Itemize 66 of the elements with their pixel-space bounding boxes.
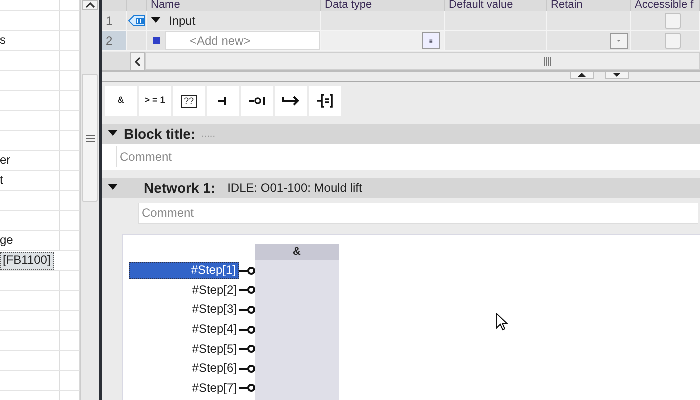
table-cell[interactable] <box>631 31 700 51</box>
header-cell <box>102 0 127 11</box>
network-title: Network 1: <box>144 178 216 198</box>
table-cell[interactable] <box>321 11 445 31</box>
tree-item[interactable]: ge <box>0 231 14 247</box>
instruction-button[interactable]: & <box>105 86 137 116</box>
contact-icon <box>218 96 228 106</box>
operand-label[interactable]: #Step[3] <box>129 302 239 318</box>
grip-icon <box>544 56 552 66</box>
scroll-left-button[interactable] <box>130 52 145 71</box>
checkbox[interactable] <box>665 32 681 48</box>
block-title-value: ..... <box>202 128 216 142</box>
grip-icon <box>86 134 94 142</box>
table-cell[interactable] <box>547 31 631 51</box>
column-header[interactable]: Default value <box>445 0 547 11</box>
tree-item[interactable]: [FB1100] <box>0 252 54 270</box>
instruction-button[interactable] <box>275 86 307 116</box>
operand-label[interactable]: #Step[2] <box>129 282 239 298</box>
column-header[interactable]: Retain <box>547 0 631 11</box>
operand-label[interactable]: #Step[5] <box>129 342 239 357</box>
operand-label[interactable]: #Step[6] <box>129 361 239 376</box>
network-description: IDLE: O01-100: Mould lift <box>228 180 362 197</box>
tree-item[interactable]: s <box>0 31 6 47</box>
column-header[interactable]: Data type <box>321 0 445 11</box>
instruction-button[interactable] <box>309 86 341 116</box>
instruction-button[interactable]: > = 1 <box>139 86 171 116</box>
operand-label[interactable]: #Step[4] <box>129 322 239 338</box>
name-field[interactable]: <Add new> <box>165 31 320 50</box>
operand-label[interactable]: #Step[1] <box>129 262 239 280</box>
table-cell[interactable]: Input <box>147 11 321 31</box>
table-cell[interactable] <box>321 31 445 51</box>
assignment-arrow-icon <box>282 95 300 107</box>
horizontal-scrollbar[interactable] <box>145 52 700 70</box>
instruction-button[interactable] <box>207 86 239 116</box>
table-cell[interactable] <box>445 11 547 31</box>
scrollbar-thumb[interactable] <box>82 74 98 202</box>
column-header[interactable]: Name <box>147 0 321 11</box>
browse-list-button[interactable] <box>422 32 440 49</box>
row-number[interactable]: 2 <box>102 31 127 51</box>
operand-label[interactable]: #Step[7] <box>129 380 239 396</box>
row-number[interactable]: 1 <box>102 11 127 31</box>
chevron-left-icon <box>134 56 140 66</box>
negated-contact-icon <box>248 96 266 106</box>
comment-field[interactable]: Comment <box>138 203 698 224</box>
caret-icon <box>617 38 621 42</box>
block-title: Block title: <box>124 124 196 144</box>
mouse-pointer-icon <box>496 313 508 331</box>
assignment-box-icon <box>317 94 333 108</box>
scroll-up-button[interactable] <box>82 0 98 10</box>
triangle-up-icon <box>578 73 586 77</box>
collapse-up-button[interactable] <box>570 72 594 79</box>
box-operator: & <box>255 244 339 260</box>
triangle-down-icon <box>613 73 621 77</box>
instruction-button[interactable]: ?? <box>173 86 205 116</box>
tree-item[interactable]: er <box>0 151 11 167</box>
tree-item[interactable]: t <box>0 171 4 187</box>
retain-dropdown[interactable] <box>610 32 628 48</box>
table-cell[interactable] <box>445 31 547 51</box>
table-cell[interactable] <box>547 11 631 31</box>
instruction-button[interactable] <box>241 86 273 116</box>
table-cell[interactable] <box>631 11 700 31</box>
expand-down-button[interactable] <box>605 72 629 79</box>
section-name: Input <box>169 12 196 30</box>
checkbox[interactable] <box>665 12 681 28</box>
column-header[interactable]: Accessible f <box>631 0 700 11</box>
member-icon <box>153 37 160 44</box>
